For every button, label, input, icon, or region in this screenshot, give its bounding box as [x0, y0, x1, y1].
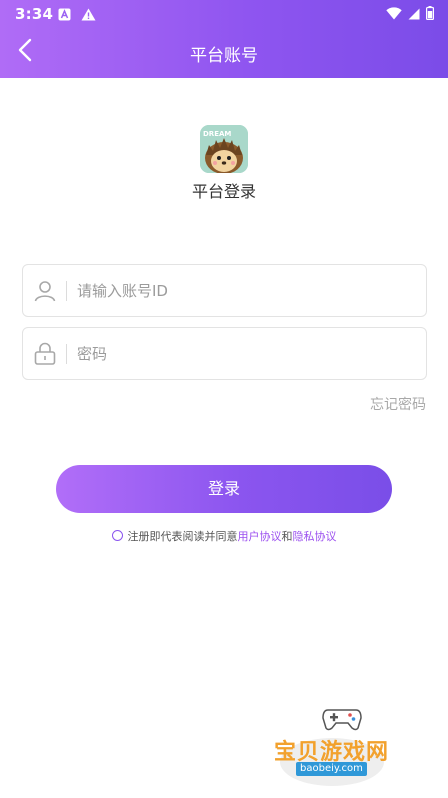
field-divider: [66, 344, 67, 364]
page-title: 平台账号: [190, 46, 258, 66]
lock-icon: [33, 342, 57, 366]
game-controller-icon: [322, 706, 362, 736]
agreement-row: 注册即代表阅读并同意用户协议和隐私协议: [0, 528, 448, 544]
header: 3:34 平台账号: [0, 0, 448, 78]
watermark-url: baobeiy.com: [296, 762, 367, 776]
account-input[interactable]: [77, 275, 417, 307]
user-agreement-link[interactable]: 用户协议: [238, 530, 282, 543]
login-button[interactable]: 登录: [56, 465, 392, 513]
forgot-password-link[interactable]: 忘记密码: [370, 394, 426, 414]
warning-icon: [81, 6, 96, 25]
app-logo: DREAM: [200, 125, 248, 173]
status-right-icons: [386, 5, 435, 24]
status-left-icons: [58, 6, 96, 25]
status-bar: 3:34: [0, 0, 448, 26]
password-field[interactable]: [22, 327, 427, 380]
nav-bar: 平台账号: [0, 26, 448, 78]
privacy-policy-link[interactable]: 隐私协议: [293, 530, 337, 543]
battery-icon: [426, 5, 435, 24]
account-field[interactable]: [22, 264, 427, 317]
password-input[interactable]: [77, 338, 417, 370]
notification-a-icon: [58, 6, 71, 25]
watermark-logo: 宝贝游戏网 baobeiy.com: [272, 698, 392, 790]
signal-icon: [408, 5, 420, 24]
status-time: 3:34: [15, 5, 54, 23]
field-divider: [66, 281, 67, 301]
wifi-icon: [386, 5, 402, 24]
agreement-checkbox[interactable]: [111, 530, 123, 541]
agreement-text: 注册即代表阅读并同意: [127, 530, 238, 543]
app-logo-text: DREAM: [203, 130, 231, 138]
app-subtitle: 平台登录: [191, 182, 256, 201]
agreement-and: 和: [281, 530, 293, 543]
user-icon: [33, 279, 57, 303]
